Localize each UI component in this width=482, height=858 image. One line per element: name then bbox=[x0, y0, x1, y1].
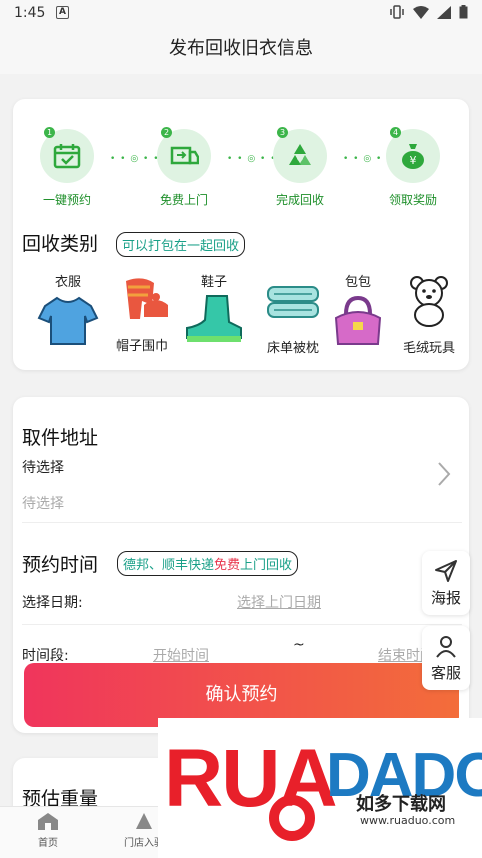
calendar-check-icon bbox=[53, 144, 81, 169]
status-icons bbox=[389, 5, 468, 19]
time-period-label: 时间段: bbox=[22, 648, 69, 664]
courier-tag-text: 德邦、顺丰快递 bbox=[123, 558, 215, 573]
app-notification-icon: A bbox=[56, 6, 69, 19]
wifi-icon bbox=[413, 5, 429, 19]
status-bar: 1:45 A bbox=[0, 0, 482, 28]
signal-icon bbox=[437, 5, 451, 19]
date-label: 选择日期: bbox=[22, 595, 83, 611]
category-item-bedding[interactable]: 床单被枕 bbox=[253, 281, 333, 356]
home-icon bbox=[38, 813, 58, 830]
handbag-icon bbox=[334, 295, 382, 345]
pickup-address-title: 取件地址 bbox=[22, 427, 99, 449]
step-3: 3 完成回收 bbox=[255, 127, 345, 208]
pack-together-tag: 可以打包在一起回收 bbox=[116, 232, 246, 257]
category-label: 包包 bbox=[344, 275, 371, 290]
category-label: 衣服 bbox=[54, 275, 81, 290]
step-label: 一键预约 bbox=[42, 193, 91, 207]
shirt-icon bbox=[37, 296, 99, 345]
page-title: 发布回收旧衣信息 bbox=[169, 38, 313, 59]
svg-text:¥: ¥ bbox=[410, 154, 417, 167]
step-4: 4 ¥ 领取奖励 bbox=[368, 127, 458, 208]
divider bbox=[22, 522, 462, 523]
category-label: 毛绒玩具 bbox=[402, 341, 455, 356]
step-number: 2 bbox=[161, 127, 172, 138]
step-label: 完成回收 bbox=[275, 193, 324, 207]
vibrate-icon bbox=[390, 5, 404, 19]
courier-tag: 德邦、顺丰快递免费上门回收 bbox=[117, 551, 299, 576]
pickup-selection[interactable]: 待选择 bbox=[22, 457, 64, 477]
category-label: 鞋子 bbox=[200, 275, 227, 290]
boot-icon bbox=[186, 295, 242, 342]
battery-icon bbox=[459, 5, 468, 19]
category-item-clothes[interactable]: 衣服 bbox=[35, 271, 101, 352]
pickup-detail-placeholder[interactable]: 待选择 bbox=[22, 493, 64, 513]
step-circle: 2 bbox=[157, 127, 211, 183]
poster-button[interactable]: 海报 bbox=[422, 551, 470, 615]
recycle-info-card: 1 一键预约 • • ◎ • • 2 免费上门 • • ◎ • • 3 完成回收… bbox=[13, 99, 469, 370]
service-label: 客服 bbox=[430, 664, 461, 682]
recycle-icon bbox=[289, 144, 311, 165]
category-item-plush-toys[interactable]: 毛绒玩具 bbox=[391, 275, 467, 356]
watermark-cn: 如多下载网 bbox=[356, 794, 446, 815]
step-number: 3 bbox=[277, 127, 288, 138]
store-icon bbox=[136, 813, 152, 829]
watermark-logo: RUA DADO 如多下载网 www.ruaduo.com bbox=[158, 718, 482, 858]
category-item-hat-scarf[interactable]: 帽子围巾 bbox=[109, 275, 175, 354]
free-text: 免费 bbox=[214, 558, 241, 573]
category-label: 帽子围巾 bbox=[115, 339, 168, 354]
step-2: 2 免费上门 bbox=[139, 127, 229, 208]
step-circle: 4 ¥ bbox=[386, 127, 440, 183]
category-label: 床单被枕 bbox=[266, 341, 319, 356]
watermark-url: www.ruaduo.com bbox=[360, 814, 456, 827]
category-title: 回收类别 bbox=[22, 233, 99, 255]
divider bbox=[22, 624, 462, 625]
hat-scarf-icon bbox=[126, 278, 168, 319]
start-time-field[interactable]: 开始时间 bbox=[153, 645, 209, 665]
select-date-field[interactable]: 选择上门日期 bbox=[237, 592, 321, 612]
step-1: 1 一键预约 bbox=[22, 127, 112, 208]
category-item-bags[interactable]: 包包 bbox=[325, 271, 391, 352]
ruadado-logo-icon: RUA DADO bbox=[164, 733, 482, 841]
poster-label: 海报 bbox=[430, 589, 461, 607]
step-number: 4 bbox=[390, 127, 401, 138]
step-number: 1 bbox=[44, 127, 55, 138]
tab-home[interactable]: 首页 bbox=[18, 811, 78, 849]
step-circle: 1 bbox=[40, 127, 94, 183]
step-label: 领取奖励 bbox=[388, 193, 437, 207]
time-range-tilde: ~ bbox=[293, 637, 305, 653]
step-circle: 3 bbox=[273, 127, 327, 183]
status-time: 1:45 bbox=[14, 5, 46, 21]
step-label: 免费上门 bbox=[159, 193, 208, 207]
tab-label: 首页 bbox=[38, 838, 58, 849]
teddy-bear-icon bbox=[410, 276, 448, 327]
chevron-right-icon[interactable] bbox=[437, 461, 451, 487]
bedding-icon bbox=[267, 286, 319, 318]
booking-time-title: 预约时间 bbox=[22, 554, 99, 576]
truck-icon bbox=[170, 146, 199, 165]
title-bar: 发布回收旧衣信息 bbox=[0, 28, 482, 74]
person-icon bbox=[436, 636, 456, 658]
customer-service-button[interactable]: 客服 bbox=[422, 626, 470, 690]
money-bag-icon: ¥ bbox=[402, 144, 424, 169]
send-icon bbox=[435, 560, 457, 582]
courier-tag-suffix: 上门回收 bbox=[240, 558, 293, 573]
category-item-shoes[interactable]: 鞋子 bbox=[181, 271, 247, 350]
